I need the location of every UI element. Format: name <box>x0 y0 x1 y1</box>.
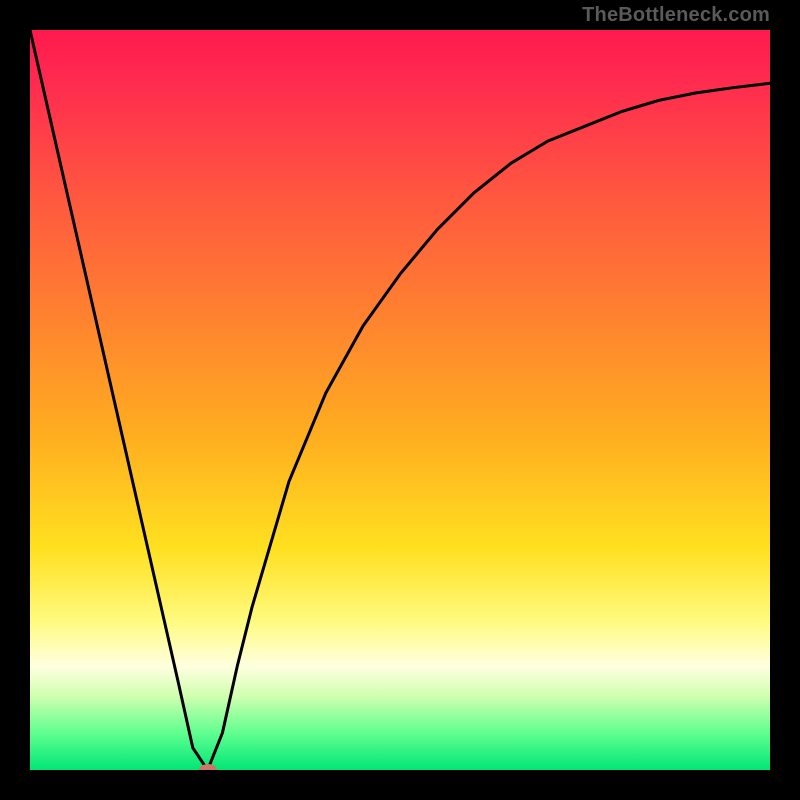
bottleneck-curve <box>30 30 770 770</box>
chart-frame: TheBottleneck.com <box>0 0 800 800</box>
plot-area <box>30 30 770 770</box>
optimum-marker <box>199 764 217 770</box>
curve-path <box>30 30 770 770</box>
watermark-text: TheBottleneck.com <box>582 4 770 27</box>
